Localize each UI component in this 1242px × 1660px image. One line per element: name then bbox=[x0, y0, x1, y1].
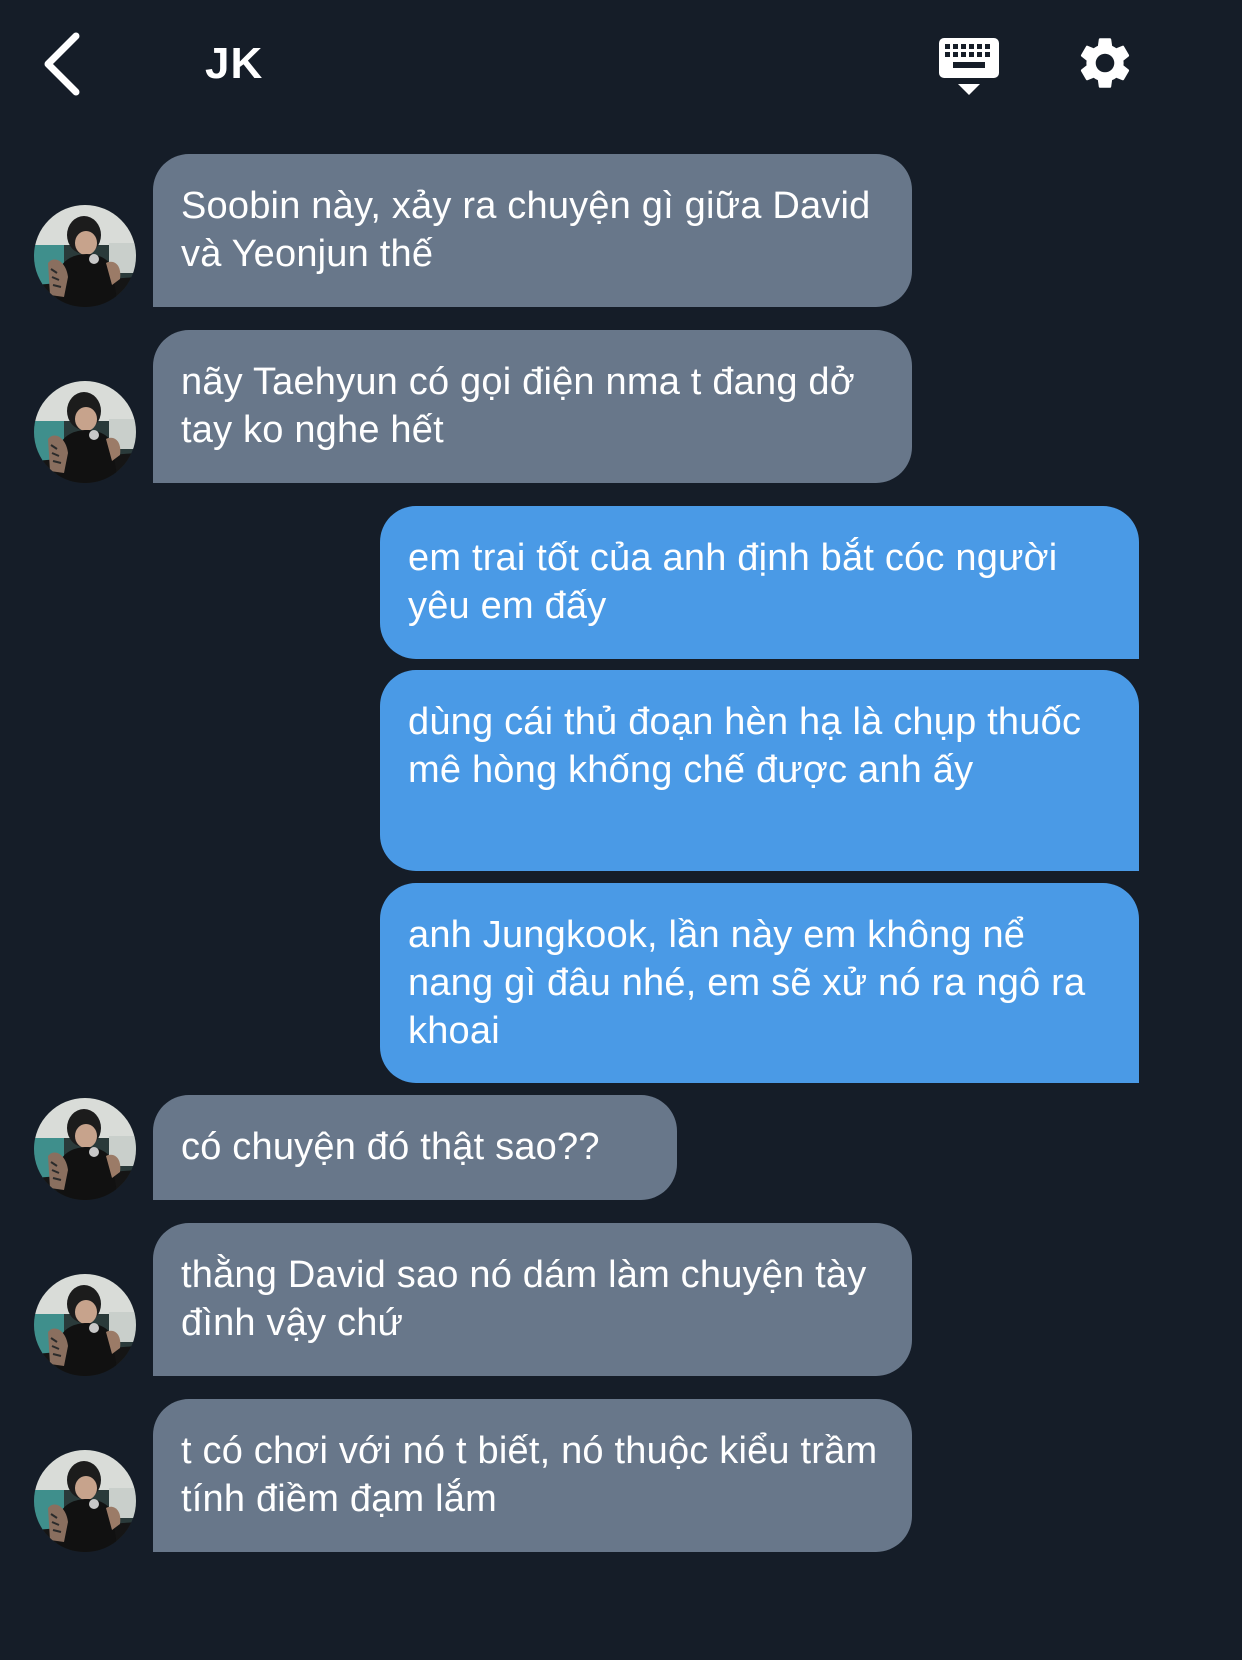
outgoing-message-bubble[interactable]: em trai tốt của anh định bắt cóc người y… bbox=[380, 506, 1139, 659]
message-row: em trai tốt của anh định bắt cóc người y… bbox=[0, 506, 1173, 659]
outgoing-message-bubble[interactable]: anh Jungkook, lần này em không nể nang g… bbox=[380, 883, 1139, 1083]
contact-name: JK bbox=[205, 39, 264, 88]
avatar[interactable] bbox=[34, 205, 136, 307]
avatar[interactable] bbox=[34, 1450, 136, 1552]
keyboard-icon bbox=[939, 38, 999, 95]
settings-button[interactable] bbox=[1074, 32, 1136, 94]
chevron-left-icon bbox=[44, 32, 80, 96]
chat-header: JK bbox=[0, 0, 1173, 130]
back-button[interactable] bbox=[38, 30, 98, 98]
incoming-message-bubble[interactable]: nãy Taehyun có gọi điện nma t đang dở ta… bbox=[153, 330, 912, 483]
contact-photo bbox=[34, 1274, 136, 1376]
outgoing-message-bubble[interactable]: dùng cái thủ đoạn hèn hạ là chụp thuốc m… bbox=[380, 670, 1139, 871]
contact-photo bbox=[34, 381, 136, 483]
contact-photo bbox=[34, 205, 136, 307]
keyboard-button[interactable] bbox=[936, 36, 1002, 98]
message-row: nãy Taehyun có gọi điện nma t đang dở ta… bbox=[0, 330, 1173, 483]
avatar[interactable] bbox=[34, 1098, 136, 1200]
message-row: có chuyện đó thật sao?? bbox=[0, 1095, 1173, 1200]
message-row: dùng cái thủ đoạn hèn hạ là chụp thuốc m… bbox=[0, 670, 1173, 871]
incoming-message-bubble[interactable]: có chuyện đó thật sao?? bbox=[153, 1095, 677, 1200]
message-row: Soobin này, xảy ra chuyện gì giữa David … bbox=[0, 154, 1173, 307]
contact-photo bbox=[34, 1098, 136, 1200]
avatar[interactable] bbox=[34, 381, 136, 483]
gear-icon bbox=[1080, 38, 1130, 88]
contact-photo bbox=[34, 1450, 136, 1552]
message-row: anh Jungkook, lần này em không nể nang g… bbox=[0, 883, 1173, 1083]
incoming-message-bubble[interactable]: Soobin này, xảy ra chuyện gì giữa David … bbox=[153, 154, 912, 307]
incoming-message-bubble[interactable]: thằng David sao nó dám làm chuyện tày đì… bbox=[153, 1223, 912, 1376]
incoming-message-bubble[interactable]: t có chơi với nó t biết, nó thuộc kiểu t… bbox=[153, 1399, 912, 1552]
message-row: thằng David sao nó dám làm chuyện tày đì… bbox=[0, 1223, 1173, 1376]
message-row: t có chơi với nó t biết, nó thuộc kiểu t… bbox=[0, 1399, 1173, 1552]
avatar[interactable] bbox=[34, 1274, 136, 1376]
